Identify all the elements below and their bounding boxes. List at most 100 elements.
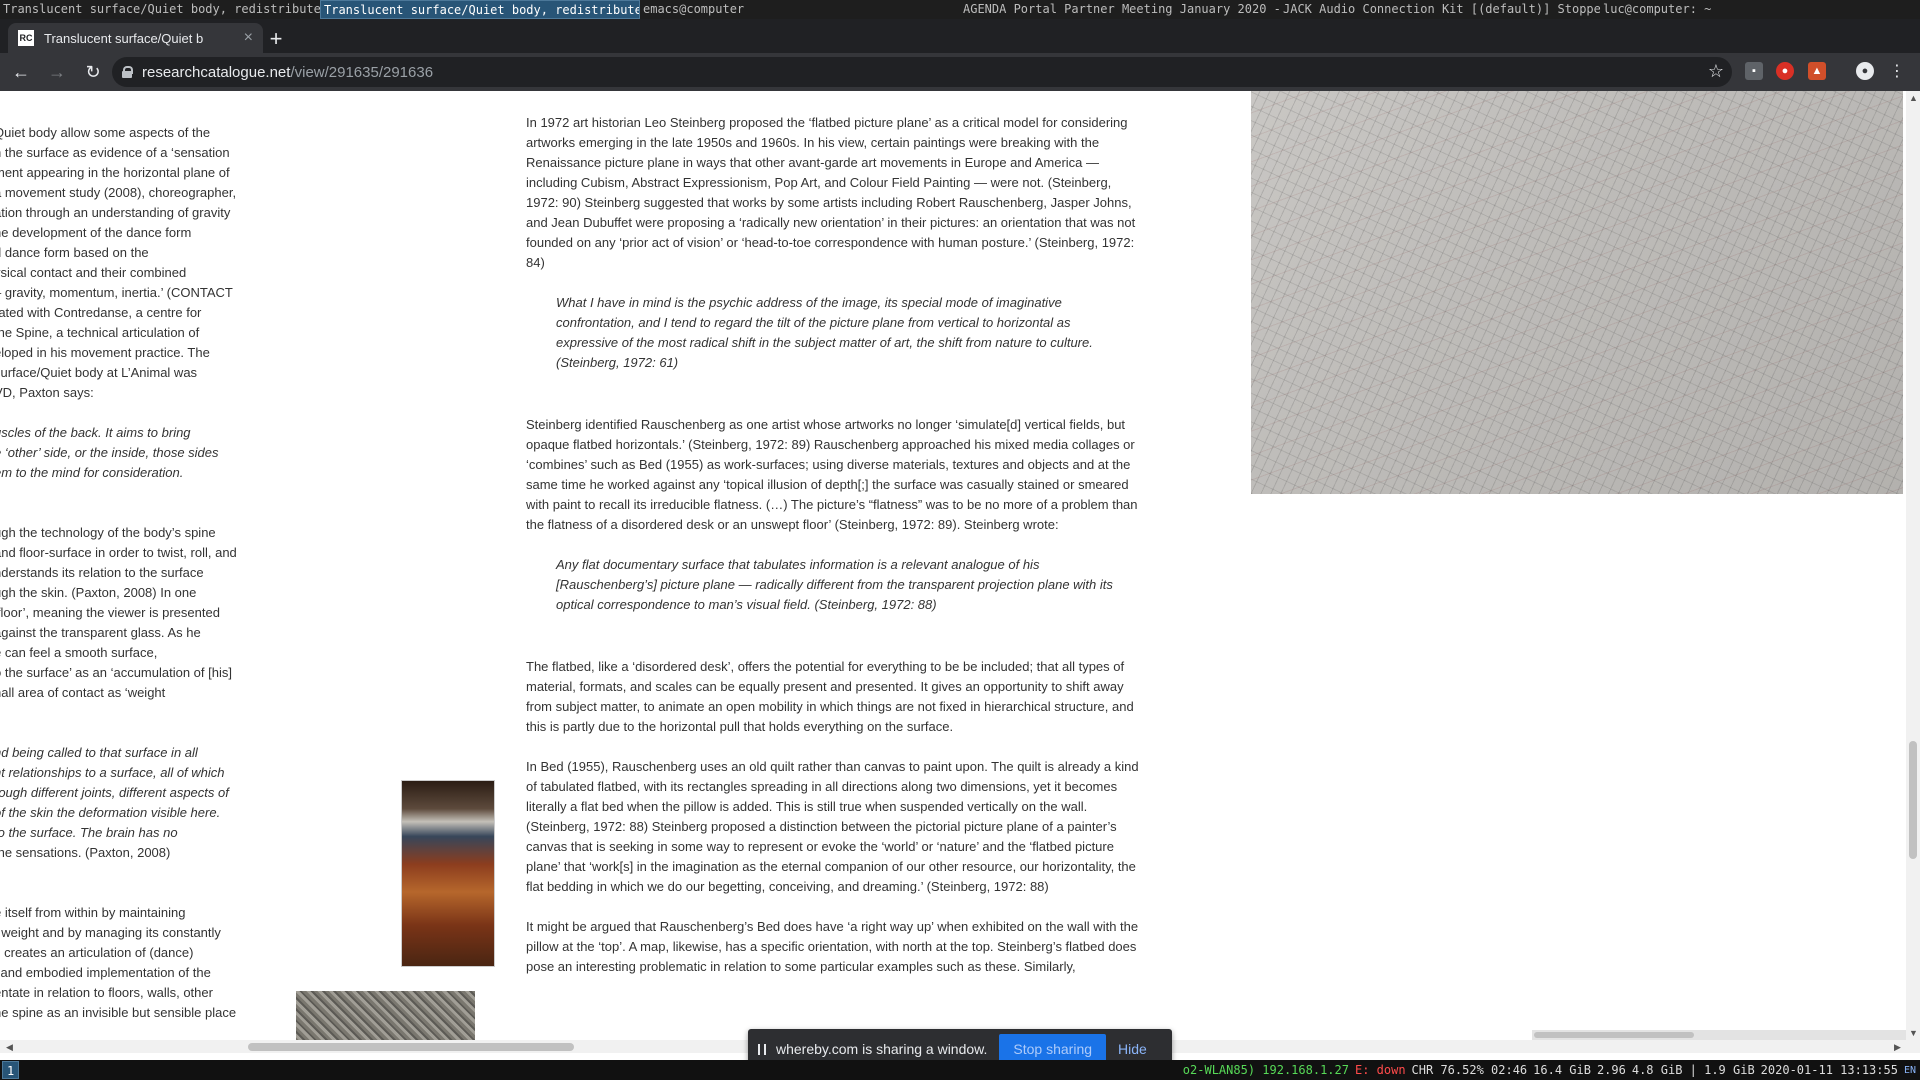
- left-column-line: d dance form based on the: [0, 245, 149, 260]
- hide-button[interactable]: Hide: [1118, 1041, 1147, 1057]
- wm-window-tab[interactable]: luc@computer: ~: [1600, 0, 1920, 19]
- left-column-line: e can feel a smooth surface,: [0, 645, 158, 660]
- article-body: In 1972 art historian Leo Steinberg prop…: [526, 113, 1146, 997]
- block-quote: What I have in mind is the psychic addre…: [556, 295, 1093, 370]
- system-status-bar: 1 o2-WLAN85) 192.168.1.27 E: down CHR 76…: [0, 1060, 1920, 1080]
- left-column-line: – gravity, momentum, inertia.’ (CONTACT: [0, 285, 233, 300]
- article-paragraph: In 1972 art historian Leo Steinberg prop…: [526, 115, 1136, 270]
- bed-quilt-thumbnail[interactable]: [401, 780, 495, 967]
- browser-tab-strip: RC Translucent surface/Quiet b × +: [0, 19, 1920, 53]
- left-column-line: em to the mind for consideration.: [0, 465, 184, 480]
- scroll-down-arrow-icon[interactable]: ▼: [1909, 1028, 1918, 1038]
- forward-arrow-icon[interactable]: →: [42, 57, 72, 87]
- vertical-scrollbar[interactable]: [1906, 91, 1920, 1053]
- wm-window-tab[interactable]: Translucent surface/Quiet body, redistri…: [0, 0, 320, 19]
- left-column-line: VD, Paxton says:: [0, 385, 94, 400]
- left-column-line: [0, 723, 255, 743]
- left-column-line: rough different joints, different aspect…: [0, 785, 229, 800]
- left-column-line: [0, 483, 255, 503]
- left-text-column: Quiet body allow some aspects of the n th…: [0, 123, 255, 1023]
- scrollbar-thumb[interactable]: [248, 1043, 574, 1051]
- pause-icon: [758, 1043, 766, 1055]
- scrollbar-thumb[interactable]: [1909, 741, 1917, 859]
- extension-icon[interactable]: ▪: [1745, 62, 1763, 80]
- left-column-line: l and embodied implementation of the: [0, 965, 211, 980]
- menu-kebab-icon[interactable]: ⋮: [1888, 62, 1906, 80]
- left-column-line: he development of the dance form: [0, 225, 192, 240]
- left-column-line: surface/Quiet body at L’Animal was: [0, 365, 198, 380]
- article-paragraph: In Bed (1955), Rauschenberg uses an old …: [526, 759, 1139, 894]
- left-column-line: ‘floor’, meaning the viewer is presented: [0, 605, 220, 620]
- left-column-line: [0, 503, 255, 523]
- left-column-line: rated with Contredanse, a centre for: [0, 305, 202, 320]
- address-bar[interactable]: researchcatalogue.net/view/291635/291636…: [112, 57, 1732, 87]
- back-arrow-icon[interactable]: ←: [6, 57, 36, 87]
- left-column-line: the Spine, a technical articulation of: [0, 325, 200, 340]
- left-column-line: [0, 863, 255, 883]
- left-column-line: nt relationships to a surface, all of wh…: [0, 765, 225, 780]
- left-column-line: nall area of contact as ‘weight: [0, 685, 166, 700]
- share-message: whereby.com is sharing a window.: [776, 1041, 988, 1057]
- left-column-line: to the surface. The brain has no: [0, 825, 178, 840]
- workspace-indicator[interactable]: 1: [2, 1061, 20, 1079]
- favicon-icon: RC: [18, 30, 34, 46]
- left-column-line: and floor-surface in order to twist, rol…: [0, 545, 237, 560]
- left-column-line: ysical contact and their combined: [0, 265, 187, 280]
- left-column-line: he spine as an invisible but sensible pl…: [0, 1005, 237, 1020]
- wm-window-tab[interactable]: emacs@computer: [640, 0, 960, 19]
- lock-icon: [122, 66, 133, 78]
- left-column-line: uscles of the back. It aims to bring: [0, 425, 191, 440]
- article-paragraph: The flatbed, like a ‘disordered desk’, o…: [526, 659, 1134, 734]
- left-column-line: nderstands its relation to the surface: [0, 565, 204, 580]
- page-content: Quiet body allow some aspects of the n th…: [0, 91, 1920, 1053]
- scroll-up-arrow-icon[interactable]: ▲: [1909, 93, 1918, 103]
- keyboard-layout: EN: [1903, 1064, 1916, 1076]
- wm-window-tab-active[interactable]: Translucent surface/Quiet body, redistri…: [320, 0, 640, 19]
- left-column-line: eloped in his movement practice. The: [0, 345, 210, 360]
- extension-record-icon[interactable]: ●: [1776, 62, 1794, 80]
- left-column-line: e ‘other’ side, or the inside, those sid…: [0, 445, 219, 460]
- left-column-line: [0, 403, 255, 423]
- left-column-line: ment appearing in the horizontal plane o…: [0, 165, 230, 180]
- article-paragraph: Steinberg identified Rauschenberg as one…: [526, 417, 1138, 532]
- scroll-left-arrow-icon[interactable]: ◀: [6, 1042, 13, 1053]
- left-column-line: [0, 703, 255, 723]
- battery-status: CHR 76.52% 02:46: [1411, 1063, 1528, 1077]
- scroll-right-arrow-icon[interactable]: ▶: [1894, 1042, 1901, 1053]
- url-path: /view/291635/291636: [290, 63, 434, 81]
- left-column-line: e itself from within by maintaining: [0, 905, 186, 920]
- new-tab-button[interactable]: +: [262, 25, 290, 53]
- wm-window-tab[interactable]: AGENDA Portal Partner Meeting January 20…: [960, 0, 1280, 19]
- left-column-line: of the skin the deformation visible here…: [0, 805, 221, 820]
- left-column-line: n the surface as evidence of a ‘sensatio…: [0, 145, 230, 160]
- wifi-status: o2-WLAN85) 192.168.1.27: [1182, 1063, 1349, 1077]
- extension-icon[interactable]: ▲: [1808, 62, 1826, 80]
- profile-avatar-icon[interactable]: ●: [1856, 62, 1874, 80]
- left-column-line: s creates an articulation of (dance): [0, 945, 194, 960]
- tab-title: Translucent surface/Quiet b: [44, 30, 204, 46]
- block-quote: Any flat documentary surface that tabula…: [556, 557, 1113, 612]
- left-column-line: against the transparent glass. As he: [0, 625, 201, 640]
- left-column-line: [0, 883, 255, 903]
- left-column-line: ugh the skin. (Paxton, 2008) In one: [0, 585, 197, 600]
- load-status: 2.96: [1596, 1063, 1626, 1077]
- disk-status: 16.4 GiB: [1533, 1063, 1591, 1077]
- left-column-line: ation through an understanding of gravit…: [0, 205, 231, 220]
- close-icon[interactable]: ×: [244, 29, 253, 47]
- scrollbar-thumb[interactable]: [1534, 1032, 1694, 1038]
- reload-icon[interactable]: ↻: [78, 57, 108, 87]
- wm-window-tab[interactable]: JACK Audio Connection Kit [(default)] St…: [1280, 0, 1600, 19]
- memory-status: 4.8 GiB | 1.9 GiB: [1631, 1063, 1755, 1077]
- left-column-line: ugh the technology of the body’s spine: [0, 525, 216, 540]
- translucent-surface-image[interactable]: [1251, 91, 1903, 494]
- left-column-line: nd being called to that surface in all: [0, 745, 198, 760]
- article-paragraph: It might be argued that Rauschenberg’s B…: [526, 919, 1139, 974]
- ethernet-status: E: down: [1354, 1063, 1406, 1077]
- window-manager-bar: Translucent surface/Quiet body, redistri…: [0, 0, 1920, 19]
- left-column-line: o the surface’ as an ‘accumulation of [h…: [0, 665, 232, 680]
- bookmark-star-icon[interactable]: ☆: [1708, 61, 1724, 82]
- left-column-line: entate in relation to floors, walls, oth…: [0, 985, 213, 1000]
- url-host: researchcatalogue.net: [142, 63, 291, 81]
- clock: 2020-01-11 13:13:55: [1760, 1063, 1898, 1077]
- browser-tab[interactable]: RC Translucent surface/Quiet b ×: [8, 23, 263, 53]
